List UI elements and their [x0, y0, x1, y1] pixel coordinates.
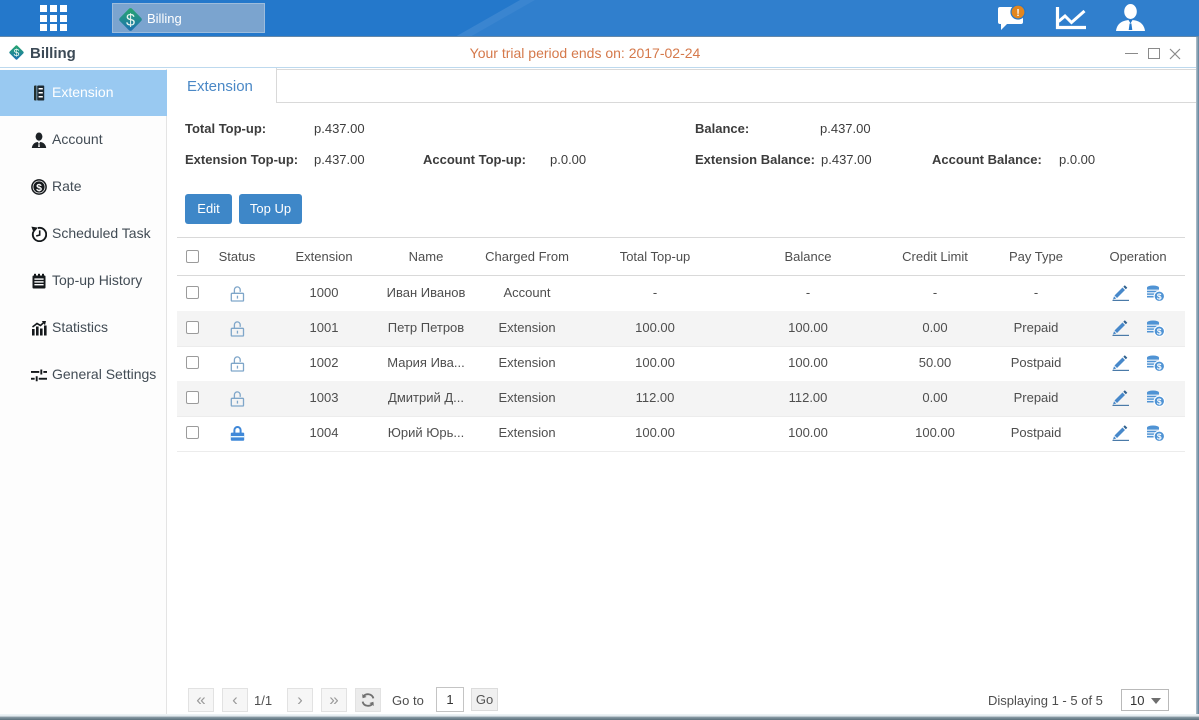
svg-text:$: $	[1157, 396, 1162, 406]
svg-text:$: $	[36, 182, 42, 194]
svg-text:$: $	[1157, 431, 1162, 441]
svg-text:$: $	[1157, 291, 1162, 301]
svg-text:!: !	[1016, 8, 1019, 19]
svg-text:$: $	[1157, 326, 1162, 336]
svg-text:$: $	[126, 11, 135, 29]
svg-text:$: $	[1157, 361, 1162, 371]
